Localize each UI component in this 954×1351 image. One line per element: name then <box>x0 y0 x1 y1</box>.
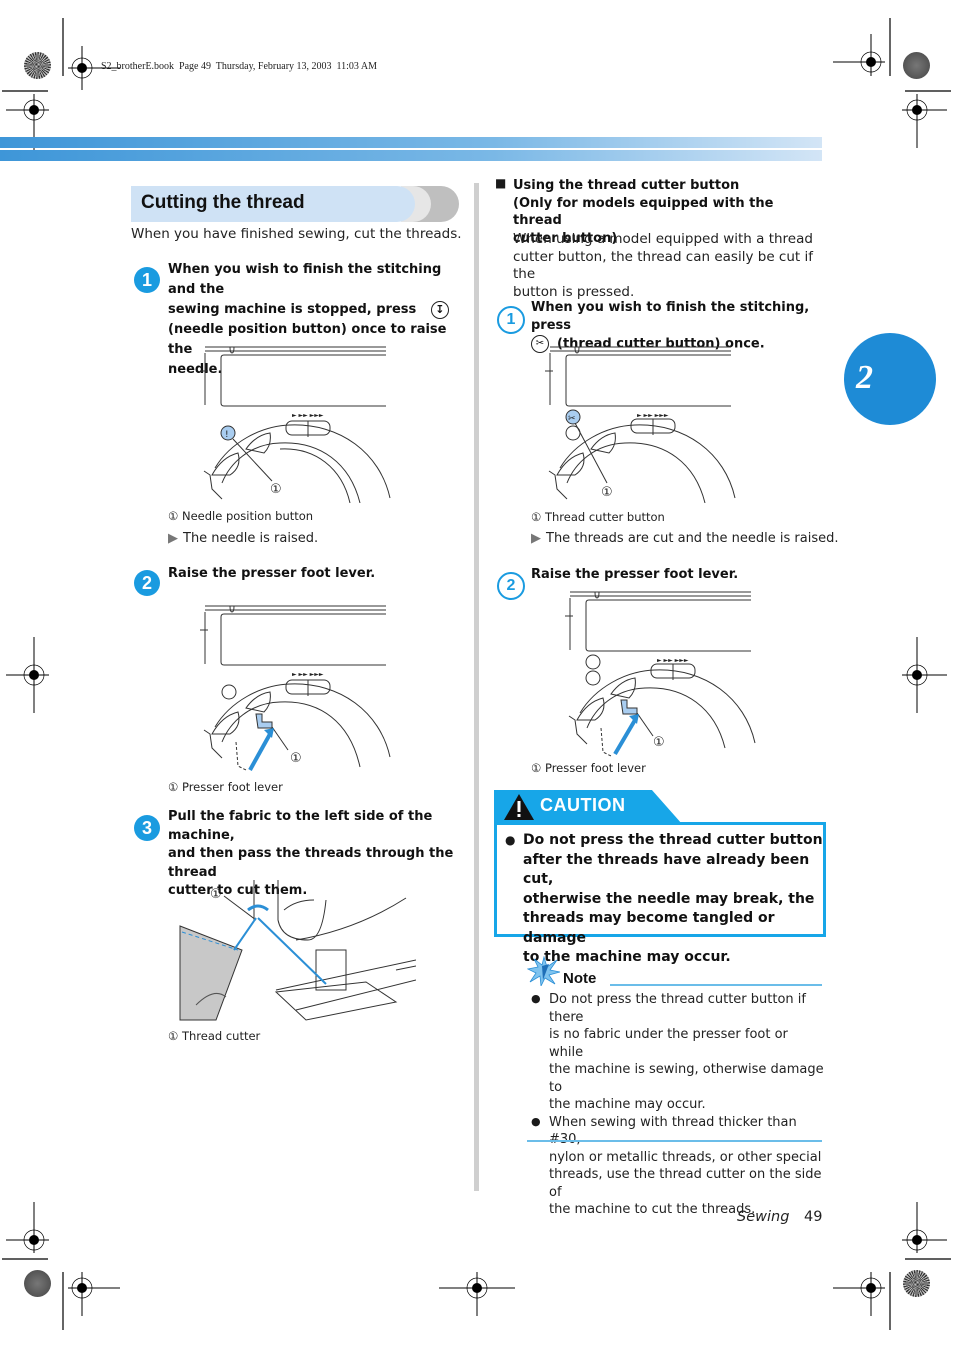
registration-rosette-icon <box>903 1270 930 1297</box>
note-bottom-rule <box>527 1140 822 1142</box>
thread-cutter-button-figure: ✂ ① ► ►► ►►► <box>545 346 736 503</box>
step-number-badge: 1 <box>497 306 525 334</box>
subheading-bullet: ■ <box>495 176 507 190</box>
note-list: ● Do not press the thread cutter button … <box>531 991 826 1219</box>
svg-text:► ►► ►►►: ► ►► ►►► <box>292 671 324 678</box>
caution-bullet: ● <box>505 833 516 847</box>
svg-text:①: ① <box>290 751 302 766</box>
footer-section: Sewing <box>737 1209 790 1225</box>
svg-text:!: ! <box>225 430 229 440</box>
header-bar-bottom <box>0 150 822 161</box>
figure-callout: ① <box>270 482 282 497</box>
step-2-instruction: Raise the presser foot lever. <box>168 566 376 581</box>
caution-label: CAUTION <box>540 795 626 815</box>
step-number-badge: 3 <box>134 815 160 841</box>
figure-caption: ① Needle position button <box>168 509 314 523</box>
needle-position-icon: ↧ <box>430 300 449 319</box>
step-number-badge: 2 <box>134 570 160 596</box>
thread-cutter-figure: ① <box>179 880 416 1021</box>
presser-foot-lever-figure: ① ► ►► ►►► <box>200 605 391 771</box>
right-step-2-instruction: Raise the presser foot lever. <box>531 567 739 582</box>
step-number-badge: 1 <box>134 267 160 293</box>
caution-box: ● Do not press the thread cutter button … <box>494 822 826 965</box>
svg-text:► ►► ►►►: ► ►► ►►► <box>637 412 669 419</box>
note-label: Note <box>563 970 597 987</box>
subheading-body: When using a model equipped with a threa… <box>513 231 813 300</box>
svg-text:①: ① <box>210 887 222 902</box>
section-title-band: Cutting the thread <box>131 186 459 222</box>
result-marker-icon: ▶ <box>531 531 541 546</box>
figure-caption: ① Thread cutter button <box>531 510 665 524</box>
caution-text: Do not press the thread cutter button af… <box>523 832 823 965</box>
caution-header: CAUTION <box>494 790 682 824</box>
note-top-rule <box>610 984 822 986</box>
registration-rosette-icon <box>903 52 930 79</box>
registration-rosette-icon <box>24 52 51 79</box>
step-result: ▶ The threads are cut and the needle is r… <box>531 531 839 546</box>
print-header-info: S2_brotherE.book Page 49 Thursday, Febru… <box>101 61 377 72</box>
note-item: ● When sewing with thread thicker than #… <box>531 1114 822 1218</box>
page-number: 49 <box>804 1209 823 1225</box>
column-divider <box>474 183 479 1191</box>
registration-rosette-icon <box>24 1270 51 1297</box>
svg-text:► ►► ►►►: ► ►► ►►► <box>292 412 324 419</box>
svg-text:①: ① <box>601 485 613 500</box>
header-bar-top <box>0 137 822 148</box>
chapter-tab: 2 <box>844 333 936 425</box>
intro-text: When you have finished sewing, cut the t… <box>131 226 462 242</box>
svg-text:✂: ✂ <box>568 414 576 424</box>
note-sparkle-icon <box>527 956 561 986</box>
page-title: Cutting the thread <box>141 192 305 213</box>
svg-text:► ►► ►►►: ► ►► ►►► <box>657 657 689 664</box>
figure-caption: ① Presser foot lever <box>168 780 283 794</box>
figure-caption: ① Presser foot lever <box>531 761 646 775</box>
note-item: ● Do not press the thread cutter button … <box>531 992 824 1112</box>
step-result: ▶ The needle is raised. <box>168 531 319 546</box>
svg-text:①: ① <box>653 735 665 750</box>
warning-triangle-icon <box>504 794 534 820</box>
machine-panel-figure: ! ① ► ►► ►►► <box>200 346 391 503</box>
chapter-number: 2 <box>856 359 873 396</box>
figure-caption: ① Thread cutter <box>168 1029 261 1043</box>
result-marker-icon: ▶ <box>168 531 178 546</box>
step-number-badge: 2 <box>497 572 525 600</box>
presser-foot-lever-figure: ① ► ►► ►►► <box>565 591 756 757</box>
